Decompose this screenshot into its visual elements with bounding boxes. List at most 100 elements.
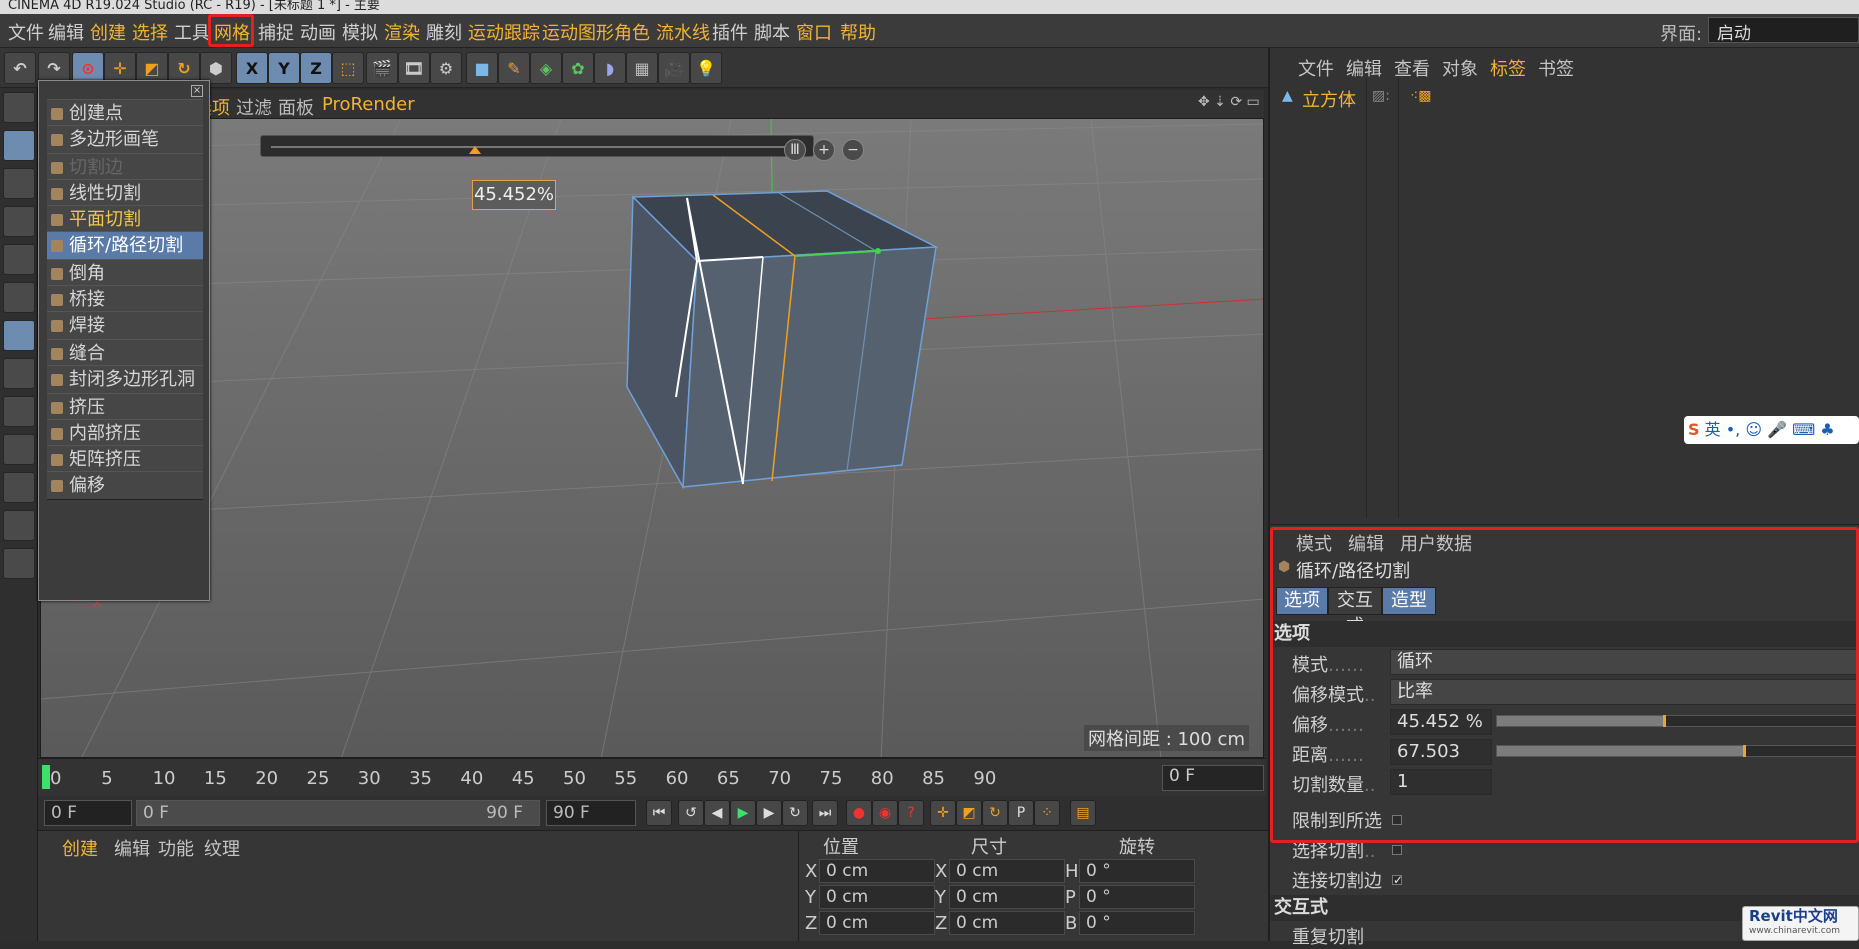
keyframe-selection-icon[interactable]: ? [898,800,924,826]
key-position-icon[interactable]: ✛ [930,800,956,826]
menu-mograph[interactable]: 运动图形 [542,19,614,45]
size-field[interactable]: 0 cm [949,859,1065,883]
cube-object-icon[interactable]: ■ [466,52,498,84]
mesh-tool-item[interactable]: 焊接 [47,311,203,340]
menu-help[interactable]: 帮助 [840,19,876,45]
object-name[interactable]: 立方体 [1302,86,1356,112]
workplane-icon[interactable] [3,206,35,237]
menu-render[interactable]: 渲染 [384,19,420,45]
undo-icon[interactable]: ↶ [4,52,36,84]
deformer-icon[interactable]: ◗ [594,52,626,84]
material-menu-texture[interactable]: 纹理 [204,835,240,861]
x-axis-icon[interactable]: X [236,52,268,84]
rotation-field[interactable]: 0 ° [1079,911,1195,935]
go-to-start-icon[interactable]: ⏮ [646,800,672,826]
points-mode-icon[interactable] [3,244,35,275]
menu-file[interactable]: 文件 [8,19,44,45]
rotation-field[interactable]: 0 ° [1079,859,1195,883]
3d-viewport[interactable]: Y X Z 45.452% Ⅲ + − 网格间距 : 100 cm [40,118,1264,758]
timeline-icon[interactable]: ▤ [1070,800,1096,826]
tweak-mode-icon[interactable] [3,396,35,427]
mesh-tool-item[interactable]: 内部挤压 [47,419,203,448]
key-scale-icon[interactable]: ◩ [956,800,982,826]
mesh-tool-item[interactable]: 循环/路径切割 [47,231,203,260]
timeline-ruler[interactable]: 0 5 10 15 20 25 30 35 40 45 50 55 60 65 70 75 80 85 90 0 F [38,758,1266,796]
mesh-tool-item[interactable]: 线性切割 [47,179,203,208]
object-menu-bookmarks[interactable]: 书签 [1538,55,1574,81]
size-field[interactable]: 0 cm [949,885,1065,909]
range-slider[interactable]: 0 F 90 F [136,800,540,826]
key-parameter-icon[interactable]: P [1008,800,1034,826]
viewport-nav-icons[interactable]: ✥ ⇣ ⟳ ▭ [1198,94,1260,110]
phong-tag-icon[interactable]: ⁖▩ [1410,88,1431,104]
position-field[interactable]: 0 cm [819,885,935,909]
slider-pause-button[interactable]: Ⅲ [784,139,806,161]
previous-frame-icon[interactable]: ◀ [704,800,730,826]
camera-icon[interactable]: 🎥 [658,52,690,84]
axis-mode-icon[interactable] [3,358,35,389]
texture-mode-icon[interactable] [3,168,35,199]
size-field[interactable]: 0 cm [949,911,1065,935]
mesh-tool-item[interactable]: 矩阵挤压 [47,445,203,474]
cube-object[interactable] [626,190,939,490]
key-pla-icon[interactable]: ⁘ [1034,800,1060,826]
mesh-tool-item[interactable]: 挤压 [47,393,203,422]
y-axis-icon[interactable]: Y [268,52,300,84]
material-menu-edit[interactable]: 编辑 [114,835,150,861]
pen-spline-icon[interactable]: ✎ [498,52,530,84]
menu-animate[interactable]: 动画 [300,19,336,45]
mesh-tool-item[interactable]: 倒角 [47,259,203,288]
material-menu-function[interactable]: 功能 [158,835,194,861]
viewport-menu-panel[interactable]: 面板 [278,94,314,120]
polygons-mode-icon[interactable] [3,320,35,351]
menu-motion-tracking[interactable]: 运动跟踪 [468,19,540,45]
subdivision-icon[interactable]: ◈ [530,52,562,84]
coordinate-system-icon[interactable]: ⬚ [332,52,364,84]
mesh-tool-item[interactable]: 多边形画笔 [47,125,203,154]
render-view-icon[interactable]: 🎬 [366,52,398,84]
mesh-tool-item[interactable]: 偏移 [47,471,203,500]
menu-window[interactable]: 窗口 [796,19,832,45]
autokey-icon[interactable]: ◉ [872,800,898,826]
previous-key-icon[interactable]: ↺ [678,800,704,826]
position-field[interactable]: 0 cm [819,859,935,883]
interactive-offset-slider[interactable] [260,135,814,157]
slider-handle-icon[interactable] [469,146,481,154]
render-picture-viewer-icon[interactable]: 🎞 [398,52,430,84]
menu-character[interactable]: 角色 [614,19,650,45]
menu-edit[interactable]: 编辑 [48,19,84,45]
rotation-field[interactable]: 0 ° [1079,885,1195,909]
mesh-tool-item[interactable]: 创建点 [47,99,203,128]
next-frame-icon[interactable]: ▶ [756,800,782,826]
menu-plugins[interactable]: 插件 [712,19,748,45]
go-to-end-icon[interactable]: ⏭ [812,800,838,826]
ime-toolbar[interactable]: S 英 •, ☺ 🎤 ⌨ ♣ [1684,416,1859,444]
ime-language-label[interactable]: 英 [1705,420,1721,439]
end-frame-field[interactable]: 90 F [546,800,636,826]
object-menu-file[interactable]: 文件 [1298,55,1334,81]
z-axis-icon[interactable]: Z [300,52,332,84]
slider-add-button[interactable]: + [813,139,835,161]
cloner-icon[interactable]: ✿ [562,52,594,84]
menu-pipeline[interactable]: 流水线 [656,19,710,45]
object-row-cube[interactable]: ▲ 立方体 ▨: ⁖▩ [1274,86,1854,112]
ime-tool-icons[interactable]: •, ☺ 🎤 ⌨ ♣ [1726,420,1835,439]
object-menu-tags[interactable]: 标签 [1490,55,1526,81]
object-menu-edit[interactable]: 编辑 [1346,55,1382,81]
solo-icon[interactable] [3,434,35,465]
next-key-icon[interactable]: ↻ [782,800,808,826]
menu-select[interactable]: 选择 [132,19,168,45]
menu-snap[interactable]: 捕捉 [258,19,294,45]
menu-simulate[interactable]: 模拟 [342,19,378,45]
menu-sculpt[interactable]: 雕刻 [426,19,462,45]
menu-create[interactable]: 创建 [90,19,126,45]
edges-mode-icon[interactable] [3,282,35,313]
material-menu-create[interactable]: 创建 [62,835,98,861]
popup-close-icon[interactable]: × [191,85,203,97]
snap-icon[interactable] [3,472,35,503]
record-keys-icon[interactable]: ● [846,800,872,826]
visibility-dots-icon[interactable]: ▨: [1372,88,1390,104]
start-frame-field[interactable]: 0 F [44,800,132,826]
grid-workplane-icon[interactable] [3,548,35,579]
lock-workplane-icon[interactable] [3,510,35,541]
